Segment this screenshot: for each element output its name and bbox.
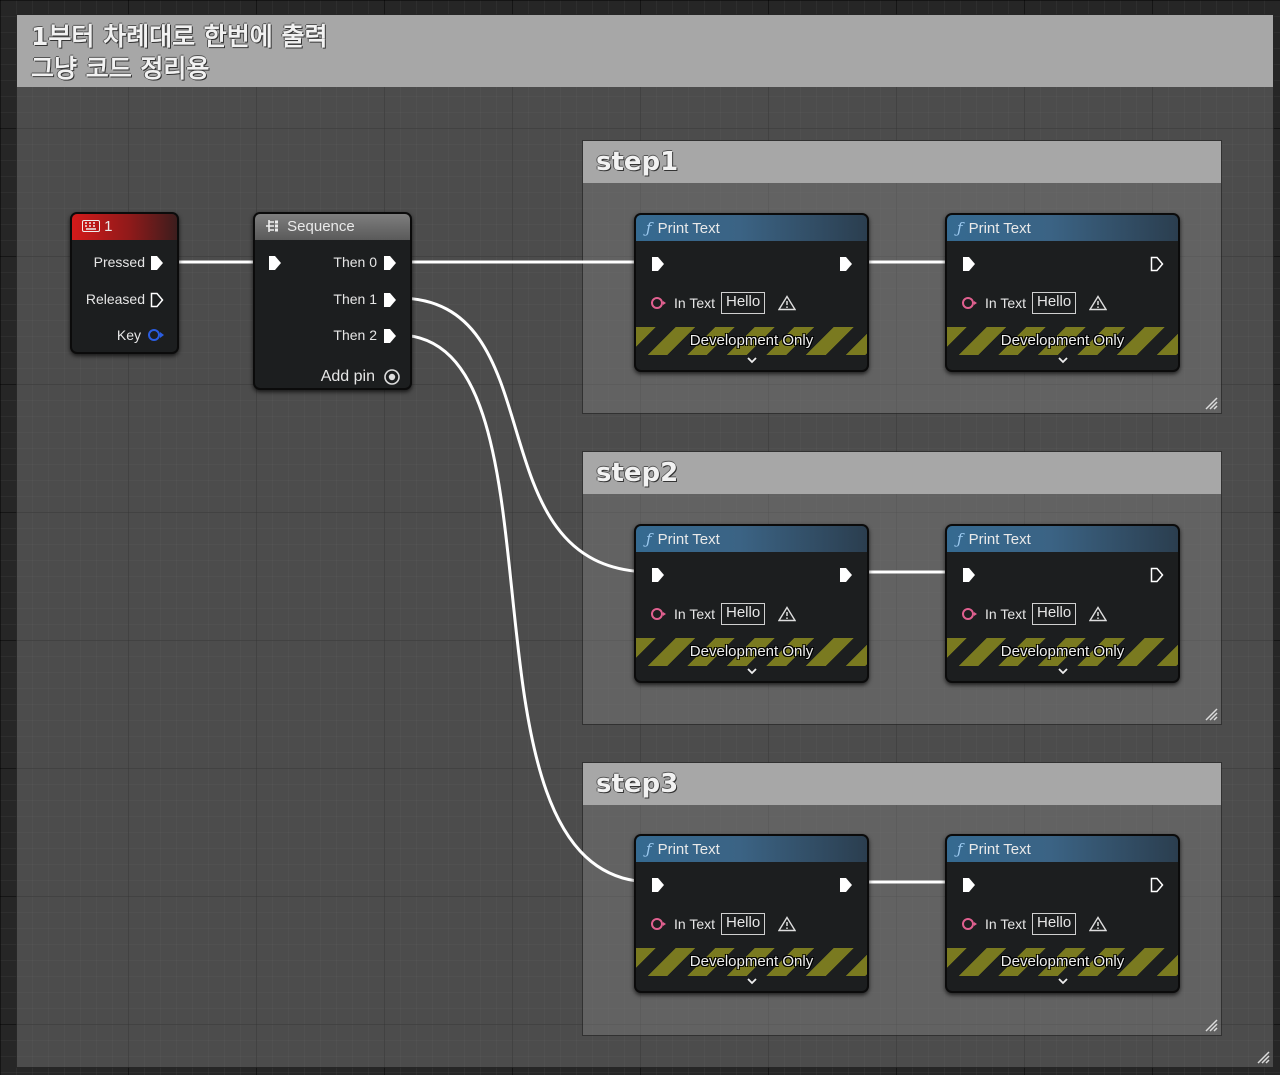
development-only-banner: Development Only: [947, 327, 1178, 355]
warning-icon: [778, 916, 796, 932]
development-only-banner: Development Only: [636, 638, 867, 666]
in-text-input[interactable]: Hello: [1032, 292, 1077, 314]
print-exec-in-pin[interactable]: [651, 567, 665, 583]
wire-then2-to-step3: [397, 333, 653, 884]
blueprint-graph-canvas[interactable]: 1부터 차례대로 한번에 출력 그냥 코드 정리용 step1 step2 st…: [0, 0, 1280, 1075]
sequence-icon: [266, 220, 278, 232]
sequence-title: Sequence: [287, 218, 355, 235]
in-text-label: In Text: [985, 295, 1026, 311]
in-text-string-pin[interactable]: [961, 917, 979, 931]
pressed-exec-pin[interactable]: [150, 255, 164, 271]
in-text-string-pin[interactable]: [650, 296, 668, 310]
print-text-title: Print Text: [968, 841, 1031, 858]
warning-icon: [1089, 916, 1107, 932]
in-text-label: In Text: [674, 606, 715, 622]
print-text-node[interactable]: ƒ Print Text In Text Hello Development On…: [945, 524, 1180, 683]
function-icon: ƒ: [646, 219, 652, 237]
print-text-node[interactable]: ƒ Print Text In Text Hello Development On…: [634, 213, 869, 372]
function-icon: ƒ: [957, 219, 963, 237]
in-text-input[interactable]: Hello: [1032, 913, 1077, 935]
key-struct-pin[interactable]: [147, 328, 165, 342]
print-text-node[interactable]: ƒ Print Text In Text Hello Development On…: [945, 834, 1180, 993]
in-text-label: In Text: [985, 916, 1026, 932]
keyboard-icon: [82, 220, 100, 232]
then0-label: Then 0: [333, 254, 377, 270]
print-exec-out-pin[interactable]: [839, 877, 853, 893]
pressed-label: Pressed: [93, 254, 145, 270]
then1-exec-pin[interactable]: [383, 292, 397, 308]
print-exec-in-pin[interactable]: [962, 256, 976, 272]
print-text-header[interactable]: ƒ Print Text: [636, 526, 867, 552]
warning-icon: [1089, 606, 1107, 622]
in-text-input[interactable]: Hello: [721, 292, 766, 314]
then2-exec-pin[interactable]: [383, 328, 397, 344]
released-label: Released: [85, 291, 145, 307]
function-icon: ƒ: [646, 530, 652, 548]
key-1-event-node[interactable]: 1 Pressed Released Key: [70, 212, 179, 354]
wire-then1-to-step2: [397, 296, 653, 574]
function-icon: ƒ: [957, 530, 963, 548]
print-exec-in-pin[interactable]: [651, 877, 665, 893]
print-exec-in-pin[interactable]: [651, 256, 665, 272]
chevron-down-icon[interactable]: [746, 356, 758, 364]
development-only-banner: Development Only: [636, 327, 867, 355]
add-pin-icon[interactable]: [383, 368, 401, 386]
print-text-node[interactable]: ƒ Print Text In Text Hello Development On…: [634, 524, 869, 683]
in-text-string-pin[interactable]: [961, 296, 979, 310]
print-exec-out-pin[interactable]: [839, 256, 853, 272]
print-text-title: Print Text: [657, 220, 720, 237]
print-text-node[interactable]: ƒ Print Text In Text Hello Development On…: [634, 834, 869, 993]
print-text-title: Print Text: [657, 531, 720, 548]
key-label: Key: [116, 327, 141, 343]
print-text-header[interactable]: ƒ Print Text: [947, 836, 1178, 862]
print-exec-out-pin[interactable]: [1150, 877, 1164, 893]
development-only-banner: Development Only: [947, 948, 1178, 976]
in-text-string-pin[interactable]: [650, 607, 668, 621]
chevron-down-icon[interactable]: [746, 667, 758, 675]
print-text-title: Print Text: [968, 531, 1031, 548]
warning-icon: [778, 606, 796, 622]
then1-label: Then 1: [333, 291, 377, 307]
released-exec-pin[interactable]: [150, 292, 164, 308]
sequence-exec-in-pin[interactable]: [268, 255, 282, 271]
print-exec-out-pin[interactable]: [1150, 567, 1164, 583]
in-text-string-pin[interactable]: [961, 607, 979, 621]
development-only-banner: Development Only: [947, 638, 1178, 666]
print-text-header[interactable]: ƒ Print Text: [636, 215, 867, 241]
function-icon: ƒ: [957, 840, 963, 858]
sequence-node[interactable]: Sequence Then 0 Then 1 Then 2 Add pin: [253, 212, 412, 390]
development-only-banner: Development Only: [636, 948, 867, 976]
print-exec-in-pin[interactable]: [962, 567, 976, 583]
chevron-down-icon[interactable]: [1057, 356, 1069, 364]
print-text-header[interactable]: ƒ Print Text: [947, 215, 1178, 241]
key-event-title: 1: [104, 218, 113, 235]
then0-exec-pin[interactable]: [383, 255, 397, 271]
in-text-string-pin[interactable]: [650, 917, 668, 931]
print-text-node[interactable]: ƒ Print Text In Text Hello Development On…: [945, 213, 1180, 372]
warning-icon: [1089, 295, 1107, 311]
print-exec-in-pin[interactable]: [962, 877, 976, 893]
chevron-down-icon[interactable]: [1057, 977, 1069, 985]
in-text-label: In Text: [674, 295, 715, 311]
print-exec-out-pin[interactable]: [839, 567, 853, 583]
add-pin-label[interactable]: Add pin: [321, 368, 375, 386]
print-text-title: Print Text: [657, 841, 720, 858]
print-text-header[interactable]: ƒ Print Text: [947, 526, 1178, 552]
warning-icon: [778, 295, 796, 311]
print-text-header[interactable]: ƒ Print Text: [636, 836, 867, 862]
print-exec-out-pin[interactable]: [1150, 256, 1164, 272]
key-event-header[interactable]: 1: [72, 214, 177, 240]
in-text-label: In Text: [674, 916, 715, 932]
in-text-input[interactable]: Hello: [721, 913, 766, 935]
chevron-down-icon[interactable]: [746, 977, 758, 985]
in-text-input[interactable]: Hello: [721, 603, 766, 625]
sequence-header[interactable]: Sequence: [255, 214, 410, 240]
then2-label: Then 2: [333, 327, 377, 343]
in-text-label: In Text: [985, 606, 1026, 622]
in-text-input[interactable]: Hello: [1032, 603, 1077, 625]
print-text-title: Print Text: [968, 220, 1031, 237]
function-icon: ƒ: [646, 840, 652, 858]
chevron-down-icon[interactable]: [1057, 667, 1069, 675]
